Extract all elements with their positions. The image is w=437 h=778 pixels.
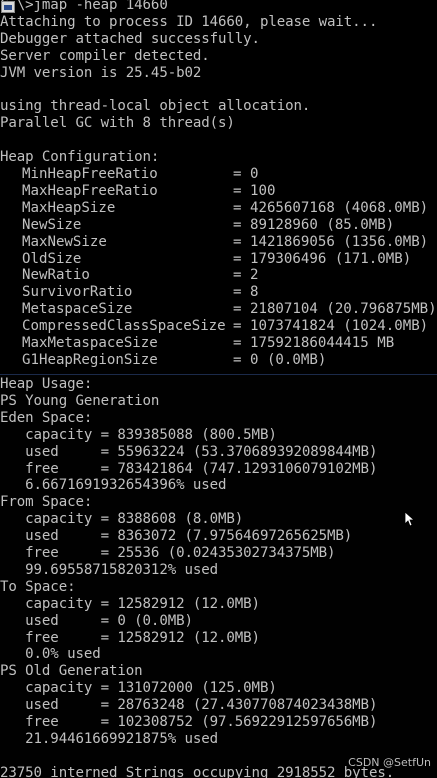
terminal-line: 21.94461669921875% used bbox=[0, 730, 219, 747]
terminal-line: From Space: bbox=[0, 494, 93, 511]
config-value: = 21807104 (20.796875MB) bbox=[233, 301, 437, 318]
config-value: = 17592186044415 MB bbox=[233, 335, 395, 351]
cmd-window-icon bbox=[1, 1, 15, 13]
terminal-line: used = 28763248 (27.430770874023438MB) bbox=[0, 697, 378, 714]
terminal-line: Debugger attached successfully. bbox=[0, 30, 260, 47]
terminal-line: used = 0 (0.0MB) bbox=[0, 612, 193, 629]
terminal-line: using thread-local object allocation. bbox=[0, 98, 311, 115]
config-value: = 0 (0.0MB) bbox=[233, 351, 327, 368]
config-value: = 0 bbox=[233, 166, 259, 182]
config-value: = 1421869056 (1356.0MB) bbox=[233, 233, 429, 250]
terminal-line: Server compiler detected. bbox=[0, 47, 210, 64]
terminal-line: Attaching to process ID 14660, please wa… bbox=[0, 13, 378, 30]
config-key: MaxHeapFreeRatio bbox=[22, 182, 158, 199]
terminal-line: 6.667169193265439​6% used bbox=[0, 477, 227, 494]
config-key: NewSize bbox=[22, 216, 82, 233]
terminal-line: Heap Usage: bbox=[0, 376, 93, 392]
config-value: = 179306496 (171.0MB) bbox=[233, 250, 412, 267]
terminal-line: Heap Configuration: bbox=[0, 149, 160, 166]
terminal-line: To Space: bbox=[0, 578, 76, 595]
config-key: CompressedClassSpaceSize bbox=[22, 318, 226, 335]
config-value: = 89128960 (85.0MB) bbox=[233, 216, 395, 233]
terminal-line: JVM version is 25.45-b02 bbox=[0, 64, 202, 81]
terminal-bottom-output: Heap Usage: PS Young Generation Eden Space… bbox=[0, 374, 437, 778]
terminal-line: 23750 interned Strings occupying 2918552… bbox=[0, 764, 395, 778]
terminal-line: Eden Space: bbox=[0, 409, 93, 426]
terminal-line: used = 8363072 (7.97564697265625MB) bbox=[0, 528, 353, 545]
terminal-line: 0.0% used bbox=[0, 646, 101, 663]
config-key: NewRatio bbox=[22, 267, 90, 284]
config-key: MaxHeapSize bbox=[22, 199, 116, 216]
terminal-line: free = 102308752 (97.56922912597656MB) bbox=[0, 714, 378, 730]
terminal-line: used = 55963224 (53.370689392089844MB) bbox=[0, 443, 378, 460]
config-value: = 2 bbox=[233, 267, 259, 284]
config-key: MinHeapFreeRatio bbox=[22, 166, 158, 182]
config-key: MetaspaceSize bbox=[22, 301, 133, 318]
terminal-line: capacity = 8388608 (8.0MB) bbox=[0, 511, 244, 528]
watermark-text: CSDN @SetfUn bbox=[348, 756, 431, 769]
config-value: = 1073741824 (1024.0MB) bbox=[233, 318, 429, 335]
terminal-line: PS Young Generation bbox=[0, 392, 160, 409]
terminal-line: capacity = 839385088 (800.5MB) bbox=[0, 426, 277, 443]
config-value: = 4265607168 (4068.0MB) bbox=[233, 199, 429, 216]
config-key: SurvivorRatio bbox=[22, 284, 133, 301]
terminal-line: free = 783421864 (747.1293106079102MB) bbox=[0, 460, 378, 477]
terminal-line: capacity = 12582912 (12.0MB) bbox=[0, 595, 260, 612]
terminal-line: free = 12582912 (12.0MB) bbox=[0, 629, 260, 646]
config-value: = 100 bbox=[233, 182, 276, 199]
terminal-top-output: C:\>jmap -heap 14660 Attaching to process… bbox=[0, 0, 437, 374]
config-value: = 8 bbox=[233, 284, 259, 301]
config-key: OldSize bbox=[22, 250, 82, 267]
config-key: G1HeapRegionSize bbox=[22, 351, 158, 368]
config-key: MaxNewSize bbox=[22, 233, 107, 250]
terminal-line: capacity = 131072000 (125.0MB) bbox=[0, 680, 277, 697]
terminal-line: C:\>jmap -heap 14660 bbox=[0, 0, 168, 13]
config-key: MaxMetaspaceSize bbox=[22, 335, 158, 351]
terminal-line: free = 25536 (0.02435302734375MB) bbox=[0, 545, 336, 561]
terminal-line: Parallel GC with 8 thread(s) bbox=[0, 115, 235, 132]
terminal-line: 99.69558715820312% used bbox=[0, 561, 219, 578]
terminal-line: PS Old Generation bbox=[0, 663, 143, 680]
